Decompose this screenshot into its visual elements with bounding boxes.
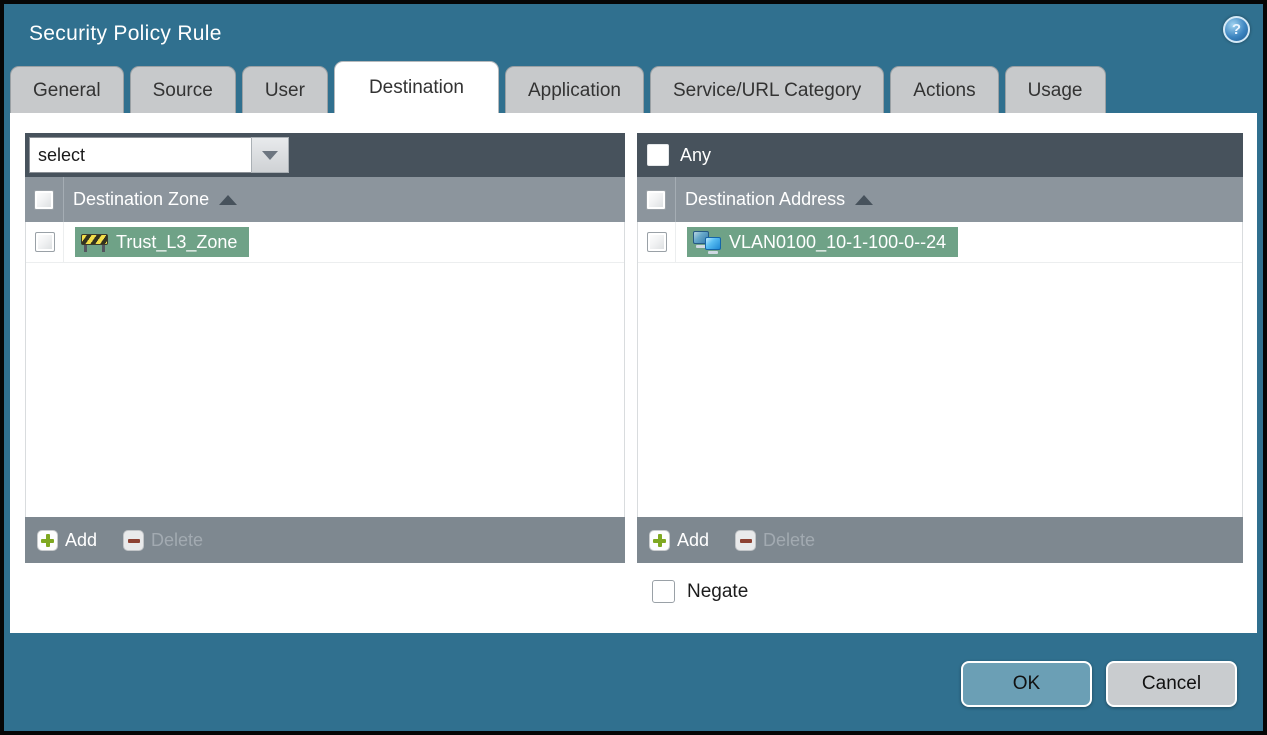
table-row[interactable]: Trust_L3_Zone bbox=[26, 222, 624, 263]
address-panel-footer: Add Delete bbox=[637, 517, 1243, 563]
tab-destination[interactable]: Destination bbox=[333, 61, 499, 113]
zone-panel-footer: Add Delete bbox=[25, 517, 625, 563]
tab-source[interactable]: Source bbox=[129, 66, 236, 113]
zone-barrier-icon bbox=[81, 232, 108, 252]
sort-ascending-icon[interactable] bbox=[219, 194, 238, 205]
address-table-body: VLAN0100_10-1-100-0--24 bbox=[637, 222, 1243, 517]
zone-add-label: Add bbox=[65, 529, 98, 550]
zone-value-label: Trust_L3_Zone bbox=[116, 231, 238, 252]
zone-column-header[interactable]: Destination Zone bbox=[73, 189, 209, 210]
address-delete-button[interactable]: Delete bbox=[735, 529, 816, 551]
address-header-checkbox-cell bbox=[637, 177, 676, 222]
address-add-label: Add bbox=[677, 529, 710, 550]
tab-user[interactable]: User bbox=[241, 66, 328, 113]
tab-general[interactable]: General bbox=[10, 66, 124, 113]
delete-minus-icon bbox=[735, 529, 757, 551]
zone-add-button[interactable]: Add bbox=[37, 529, 98, 551]
sort-ascending-icon[interactable] bbox=[855, 194, 874, 205]
tab-actions[interactable]: Actions bbox=[890, 66, 999, 113]
help-icon[interactable]: ? bbox=[1223, 16, 1250, 43]
zone-table-body: Trust_L3_Zone bbox=[25, 222, 625, 517]
address-column-header[interactable]: Destination Address bbox=[685, 189, 845, 210]
dialog-footer: OK Cancel bbox=[4, 633, 1263, 707]
address-select-all-checkbox[interactable] bbox=[646, 189, 666, 210]
destination-tab-content: Destination Zone Trust_L3_Zone bbox=[10, 113, 1257, 633]
address-delete-label: Delete bbox=[763, 529, 816, 550]
delete-minus-icon bbox=[123, 529, 145, 551]
negate-label: Negate bbox=[687, 580, 749, 602]
tab-service-url-category[interactable]: Service/URL Category bbox=[649, 66, 885, 113]
cancel-button[interactable]: Cancel bbox=[1106, 661, 1237, 707]
any-checkbox[interactable] bbox=[647, 144, 669, 166]
negate-checkbox[interactable] bbox=[652, 580, 675, 603]
network-computers-icon bbox=[693, 230, 721, 254]
zone-value-chip[interactable]: Trust_L3_Zone bbox=[75, 227, 250, 257]
negate-row: Negate bbox=[652, 580, 1257, 603]
ok-button[interactable]: OK bbox=[961, 661, 1092, 707]
add-plus-icon bbox=[649, 529, 670, 551]
zone-delete-button[interactable]: Delete bbox=[123, 529, 204, 551]
help-glyph: ? bbox=[1231, 21, 1242, 38]
destination-address-panel: Any Destination Address VLAN0100_10-1-10… bbox=[637, 133, 1243, 563]
any-label: Any bbox=[680, 144, 712, 165]
zone-select-dropdown-button[interactable] bbox=[251, 137, 289, 173]
zone-select-combobox bbox=[29, 137, 289, 173]
address-table-header: Destination Address bbox=[637, 177, 1243, 222]
zone-select-all-checkbox[interactable] bbox=[34, 189, 54, 210]
chevron-down-icon bbox=[262, 150, 278, 160]
zone-panel-toolbar bbox=[25, 133, 625, 177]
zone-row-checkbox[interactable] bbox=[34, 232, 55, 252]
address-add-button[interactable]: Add bbox=[649, 529, 710, 551]
tab-usage[interactable]: Usage bbox=[1004, 66, 1106, 113]
address-panel-toolbar: Any bbox=[637, 133, 1243, 177]
address-value-label: VLAN0100_10-1-100-0--24 bbox=[729, 231, 947, 252]
table-row[interactable]: VLAN0100_10-1-100-0--24 bbox=[638, 222, 1242, 263]
add-plus-icon bbox=[37, 529, 58, 551]
zone-delete-label: Delete bbox=[151, 529, 204, 550]
security-policy-rule-dialog: Security Policy Rule ? General Source Us… bbox=[0, 0, 1267, 735]
dialog-title: Security Policy Rule bbox=[29, 22, 222, 45]
address-row-checkbox[interactable] bbox=[646, 232, 667, 252]
zone-header-checkbox-cell bbox=[25, 177, 64, 222]
titlebar: Security Policy Rule ? bbox=[4, 4, 1263, 64]
tab-application[interactable]: Application bbox=[505, 66, 644, 113]
tab-bar: General Source User Destination Applicat… bbox=[4, 61, 1263, 113]
address-value-chip[interactable]: VLAN0100_10-1-100-0--24 bbox=[687, 227, 959, 257]
zone-table-header: Destination Zone bbox=[25, 177, 625, 222]
zone-row-checkbox-cell bbox=[26, 222, 64, 262]
destination-zone-panel: Destination Zone Trust_L3_Zone bbox=[25, 133, 625, 563]
zone-select-input[interactable] bbox=[29, 137, 251, 173]
address-row-checkbox-cell bbox=[638, 222, 676, 262]
